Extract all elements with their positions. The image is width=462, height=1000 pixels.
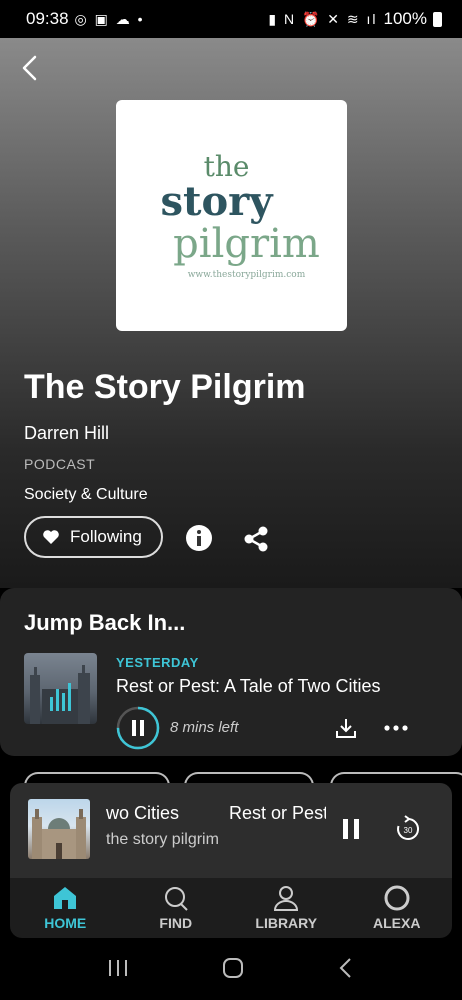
home-system-button[interactable] bbox=[221, 956, 245, 985]
notification-icons: ◎ ▣ ☁ • bbox=[74, 10, 145, 27]
share-icon bbox=[244, 526, 268, 552]
cover-text-pilgrim: pilgrim bbox=[173, 220, 320, 267]
download-button[interactable] bbox=[334, 716, 358, 740]
following-label: Following bbox=[70, 527, 142, 546]
battery-icon bbox=[433, 11, 442, 27]
status-time: 09:38 bbox=[26, 9, 69, 28]
following-button[interactable]: Following bbox=[24, 516, 163, 558]
battery-level: 100% bbox=[383, 9, 427, 28]
skip-seconds-label: 30 bbox=[404, 826, 413, 835]
skip-forward-30-icon: 30 bbox=[397, 815, 420, 840]
home-square-icon bbox=[222, 957, 243, 978]
back-arrow-icon bbox=[339, 957, 352, 978]
podcast-header: the story pilgrim www.thestorypilgrim.co… bbox=[0, 38, 462, 588]
content-type: PODCAST bbox=[24, 456, 96, 472]
nav-home-label: HOME bbox=[44, 915, 87, 931]
person-icon bbox=[274, 886, 299, 911]
mini-player-title: wo Cities Rest or Pest bbox=[106, 803, 326, 823]
more-options-button[interactable] bbox=[382, 716, 410, 740]
nav-library-label: LIBRARY bbox=[255, 915, 318, 931]
nav-home[interactable]: HOME bbox=[10, 878, 121, 938]
episode-date: YESTERDAY bbox=[116, 655, 199, 670]
search-icon bbox=[164, 887, 188, 911]
nav-library[interactable]: LIBRARY bbox=[231, 878, 342, 938]
system-navigation bbox=[0, 940, 462, 1000]
podcast-author[interactable]: Darren Hill bbox=[24, 423, 109, 444]
more-icon bbox=[384, 725, 408, 731]
podcast-title: The Story Pilgrim bbox=[24, 368, 306, 406]
episode-title[interactable]: Rest or Pest: A Tale of Two Cities bbox=[116, 676, 380, 697]
time-remaining: 8 mins left bbox=[170, 719, 239, 736]
mini-player[interactable]: wo Cities Rest or Pest the story pilgrim… bbox=[10, 783, 452, 878]
bottom-navigation: HOME FIND LIBRARY ALEXA bbox=[10, 878, 452, 938]
recent-apps-button[interactable] bbox=[106, 958, 130, 983]
share-button[interactable] bbox=[241, 524, 271, 554]
chevron-left-icon bbox=[22, 55, 37, 81]
system-back-button[interactable] bbox=[336, 956, 356, 985]
skip-forward-button[interactable]: 30 bbox=[394, 815, 422, 843]
mini-pause-button[interactable] bbox=[340, 817, 362, 841]
episode-thumbnail[interactable] bbox=[24, 653, 97, 724]
alexa-icon bbox=[384, 885, 410, 911]
back-button[interactable] bbox=[14, 52, 46, 84]
system-icons: ▮ N ⏰ ✕ ≋ ıl bbox=[268, 10, 378, 27]
nav-find[interactable]: FIND bbox=[121, 878, 232, 938]
jump-back-in-card: Jump Back In... YESTERDAY Rest or Pest: … bbox=[0, 588, 462, 756]
city-bars-icon bbox=[30, 665, 90, 724]
info-icon bbox=[186, 525, 212, 551]
nav-alexa-label: ALEXA bbox=[373, 915, 421, 931]
podcast-cover-art: the story pilgrim www.thestorypilgrim.co… bbox=[116, 100, 347, 331]
nav-find-label: FIND bbox=[159, 915, 193, 931]
cover-text-the: the bbox=[203, 149, 250, 183]
recents-icon bbox=[108, 959, 127, 976]
episode-pause-button[interactable] bbox=[116, 706, 160, 750]
cover-url: www.thestorypilgrim.com bbox=[187, 269, 306, 280]
podcast-category[interactable]: Society & Culture bbox=[24, 486, 148, 504]
cathedral-icon bbox=[32, 809, 86, 859]
jump-back-heading: Jump Back In... bbox=[24, 610, 186, 635]
heart-icon bbox=[43, 530, 59, 544]
info-button[interactable] bbox=[185, 524, 213, 552]
nav-alexa[interactable]: ALEXA bbox=[342, 878, 453, 938]
pause-progress-icon bbox=[116, 706, 160, 750]
cover-text-story: story bbox=[160, 177, 273, 225]
mini-player-subtitle: the story pilgrim bbox=[106, 831, 219, 848]
download-icon bbox=[336, 719, 356, 738]
home-icon bbox=[54, 887, 77, 909]
mini-player-artwork bbox=[28, 799, 90, 859]
status-bar: 09:38 ◎ ▣ ☁ • ▮ N ⏰ ✕ ≋ ıl 100% bbox=[0, 0, 462, 38]
pause-icon bbox=[343, 819, 359, 839]
